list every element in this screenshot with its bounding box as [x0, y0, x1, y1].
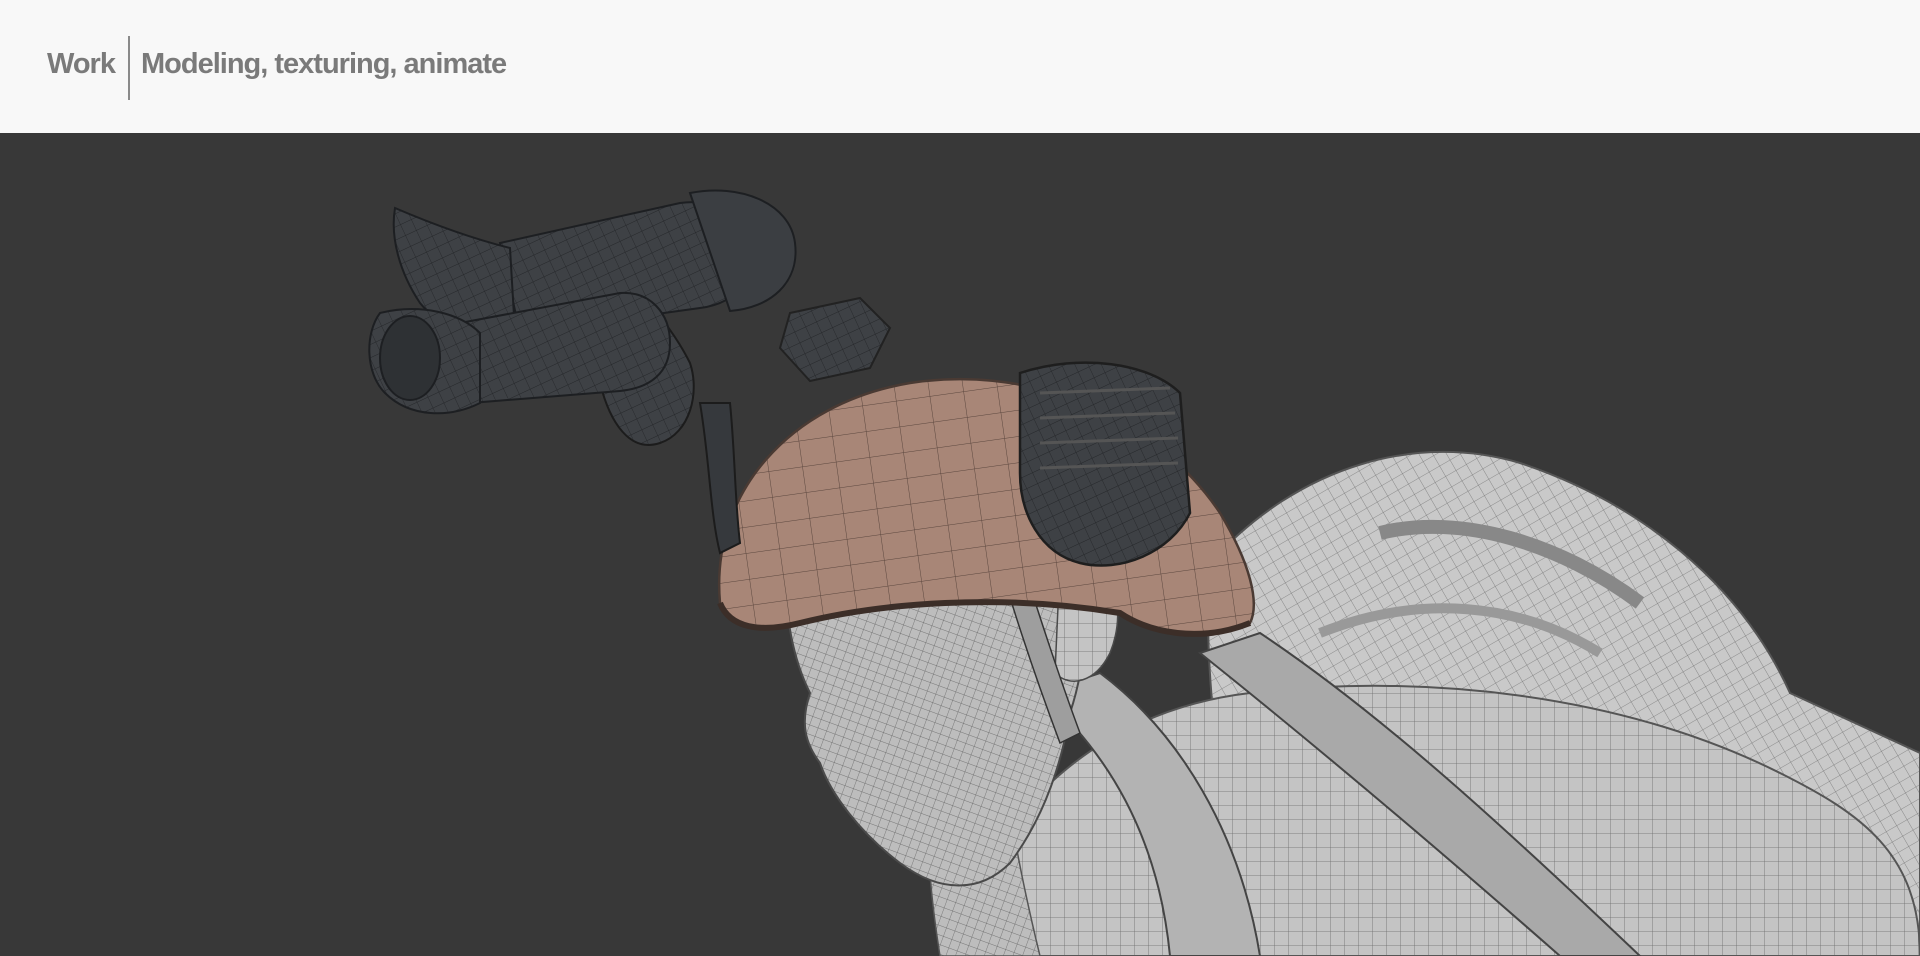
site-header: Work Modeling, texturing, animate — [0, 0, 1920, 133]
render-viewport — [0, 133, 1920, 956]
brand-link[interactable]: Work — [47, 48, 116, 81]
header-divider — [128, 36, 130, 100]
wireframe-render-image — [368, 189, 1920, 956]
section-title: Modeling, texturing, animate — [141, 48, 507, 80]
